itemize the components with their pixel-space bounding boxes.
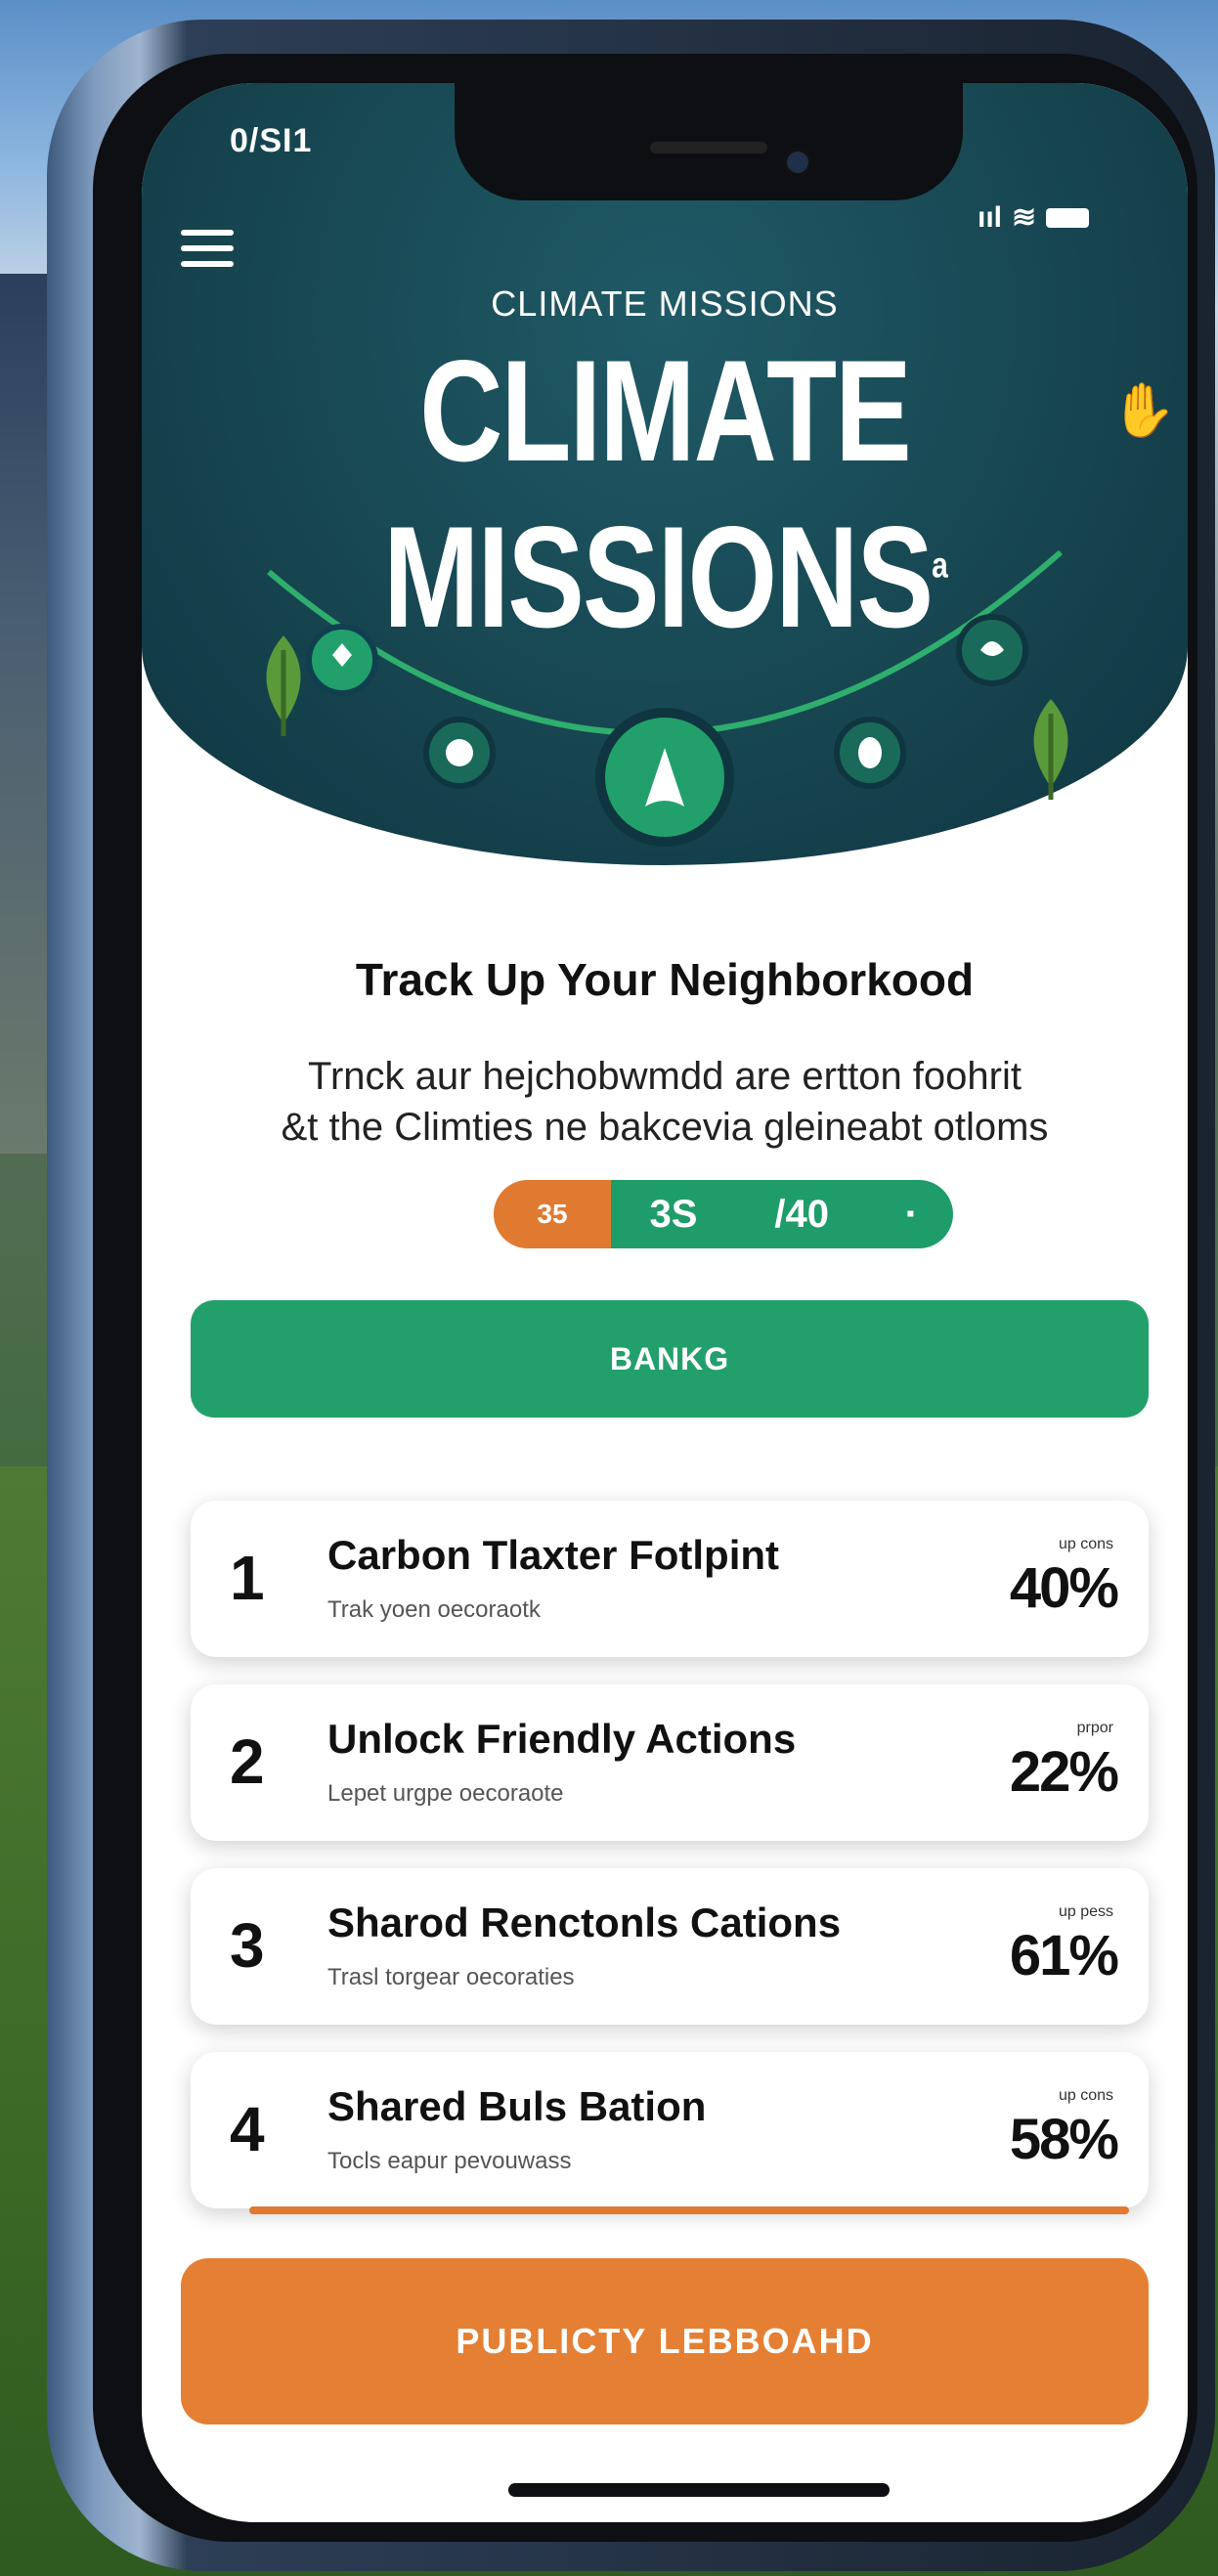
- intro-subtitle: Trnck aur hejchobwmdd are ertton foohrit…: [181, 1051, 1149, 1153]
- score-pill: 35 3S /40 ▪: [494, 1180, 953, 1248]
- score-third: /40: [774, 1192, 829, 1236]
- mission-title: Unlock Friendly Actions: [327, 1716, 797, 1762]
- mission-rank: 3: [230, 1910, 265, 1981]
- mission-path: [267, 549, 1063, 736]
- mission-path-graphic: [267, 549, 1063, 847]
- mission-percent: 58%: [1009, 2108, 1119, 2171]
- mission-percent: 22%: [1009, 1740, 1119, 1804]
- status-time: 0/SI1: [230, 122, 313, 159]
- mission-card[interactable]: 2 Unlock Friendly Actions Lepet urgpe oe…: [191, 1684, 1149, 1841]
- mission-desc: Trasl torgear oecoraties: [327, 1964, 575, 1990]
- status-icons: ııl ≋: [978, 200, 1090, 235]
- mission-card[interactable]: 1 Carbon Tlaxter Fotlpint Trak yoen oeco…: [191, 1501, 1149, 1657]
- intro-subtitle-line1: Trnck aur hejchobwmdd are ertton foohrit: [308, 1055, 1022, 1098]
- home-indicator[interactable]: [508, 2483, 890, 2497]
- app-title-small: CLIMATE MISSIONS: [491, 284, 839, 324]
- score-fourth: ▪: [905, 1201, 915, 1227]
- notch: [455, 83, 963, 200]
- score-first: 35: [494, 1180, 611, 1248]
- globe-icon: [446, 739, 473, 766]
- mission-title: Sharod Renctonls Cations: [327, 1899, 842, 1945]
- signal-icon: ııl: [978, 200, 1003, 234]
- mission-percent: 40%: [1009, 1556, 1119, 1620]
- tree-leaf-icon: [1033, 699, 1068, 800]
- score-main: 3S /40 ▪: [611, 1180, 953, 1248]
- app-screen: 0/SI1 ııl ≋ CLIMATE MISSIONS CLIMATE MIS…: [142, 83, 1188, 2522]
- mission-pct-label: up cons: [1058, 2087, 1113, 2104]
- wifi-icon: ≋: [1012, 201, 1037, 234]
- hand-icon[interactable]: ✋: [1109, 376, 1178, 445]
- camera-icon: [787, 152, 808, 173]
- mission-title: Carbon Tlaxter Fotlpint: [327, 1532, 779, 1578]
- intro-headline: Track Up Your Neighborkood: [355, 954, 975, 1005]
- hamburger-menu-icon[interactable]: [181, 230, 234, 269]
- mission-desc: Trak yoen oecoraotk: [327, 1596, 541, 1623]
- mission-card[interactable]: 3 Sharod Renctonls Cations Trasl torgear…: [191, 1868, 1149, 2025]
- intro-subtitle-line2: &t the Climties ne bakcevia gleineabt ot…: [281, 1106, 1049, 1149]
- mission-card[interactable]: 4 Shared Buls Bation Tocls eapur pevouwa…: [191, 2052, 1149, 2214]
- mission-pct-label: prpor: [1076, 1720, 1113, 1736]
- seed-icon: [858, 737, 882, 768]
- banking-button[interactable]: BANKG: [191, 1300, 1149, 1418]
- mission-rank: 2: [230, 1726, 265, 1797]
- public-leaderboard-button[interactable]: PUBLICTY LEBBOAHD: [181, 2258, 1149, 2424]
- mission-percent: 61%: [1009, 1924, 1119, 1987]
- speaker: [650, 142, 767, 153]
- tree-leaf-icon: [266, 635, 301, 736]
- mission-desc: Tocls eapur pevouwass: [327, 2148, 572, 2174]
- battery-icon: [1046, 207, 1090, 228]
- mission-pct-label: up cons: [1058, 1536, 1113, 1552]
- card-accent-bar: [249, 2206, 1129, 2214]
- mission-rank: 4: [230, 2094, 265, 2164]
- score-second: 3S: [649, 1192, 698, 1236]
- mission-rank: 1: [230, 1543, 265, 1613]
- mission-pct-label: up pess: [1058, 1903, 1113, 1920]
- mission-title: Shared Buls Bation: [327, 2083, 707, 2129]
- mission-desc: Lepet urgpe oecoraote: [327, 1780, 564, 1807]
